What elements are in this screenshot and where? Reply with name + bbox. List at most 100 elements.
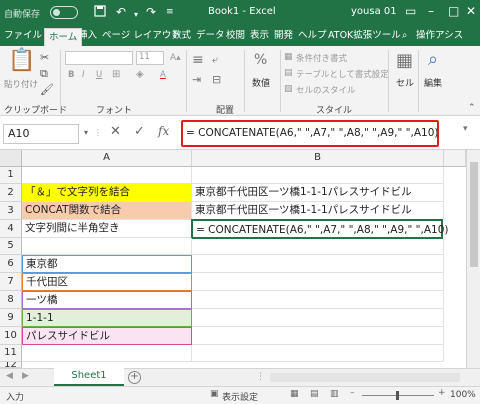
- zoom-in-icon[interactable]: +: [438, 388, 446, 398]
- normal-view-icon[interactable]: ▦: [290, 389, 299, 399]
- find-icon[interactable]: ⌕: [428, 50, 438, 70]
- expand-formula-icon[interactable]: ▾: [463, 124, 468, 134]
- cut-icon[interactable]: ✂: [40, 52, 49, 64]
- wrap-text-icon[interactable]: ⤶: [212, 54, 218, 66]
- row-header-6[interactable]: 6: [0, 255, 22, 273]
- autosave-toggle[interactable]: [50, 6, 78, 19]
- column-header-a[interactable]: A: [22, 150, 192, 167]
- maximize-icon[interactable]: □: [448, 4, 459, 18]
- cell-b9[interactable]: [192, 309, 444, 327]
- user-name[interactable]: yousa 01: [351, 6, 397, 17]
- tab-atok[interactable]: ATOK拡張ツール: [328, 29, 401, 43]
- tab-home[interactable]: ホーム: [44, 28, 83, 46]
- table-format-icon[interactable]: ▤: [284, 67, 293, 79]
- row-header-3[interactable]: 3: [0, 202, 22, 220]
- enter-icon[interactable]: ✓: [134, 124, 145, 139]
- cell-b3[interactable]: 東京都千代田区一ツ橋1-1-1パレスサイドビル: [192, 202, 444, 220]
- row-header-1[interactable]: 1: [0, 167, 22, 184]
- tab-insert[interactable]: 挿入: [78, 29, 97, 43]
- cell-a10[interactable]: パレスサイドビル: [22, 327, 192, 345]
- tab-developer[interactable]: 開発: [274, 29, 293, 43]
- cell-styles-button[interactable]: セルのスタイル: [296, 84, 356, 96]
- tab-data[interactable]: データ: [196, 29, 225, 43]
- number-format-icon[interactable]: %: [254, 52, 267, 68]
- conditional-format-icon[interactable]: ▦: [284, 51, 293, 63]
- cell-a11[interactable]: [22, 345, 192, 362]
- row-header-2[interactable]: 2: [0, 184, 22, 202]
- cell-a4[interactable]: 文字列間に半角空き: [22, 220, 192, 238]
- font-color-button[interactable]: A: [160, 70, 166, 80]
- align-icon[interactable]: ≡: [192, 53, 204, 67]
- cell-a2[interactable]: 「＆」で文字列を結合: [22, 184, 192, 202]
- vertical-scrollbar[interactable]: [466, 150, 480, 368]
- border-icon[interactable]: ⊞: [112, 69, 120, 81]
- paste-label[interactable]: 貼り付け: [4, 78, 38, 90]
- cells-button[interactable]: セル: [396, 76, 414, 89]
- save-icon[interactable]: [94, 5, 106, 20]
- search-icon[interactable]: ⌕: [402, 29, 407, 43]
- cells-icon[interactable]: ▦: [396, 52, 413, 70]
- tab-formulas[interactable]: 数式: [172, 29, 191, 43]
- row-header-5[interactable]: 5: [0, 238, 22, 255]
- tab-page-layout[interactable]: ページ レイアウト: [102, 29, 181, 43]
- cell-styles-icon[interactable]: ▧: [284, 83, 293, 95]
- function-icon[interactable]: fx: [158, 124, 169, 138]
- cell-b7[interactable]: [192, 273, 444, 291]
- add-sheet-icon[interactable]: +: [128, 371, 141, 384]
- sheet-options-icon[interactable]: ⋮: [256, 372, 265, 382]
- tab-file[interactable]: ファイル: [4, 29, 42, 43]
- tab-view[interactable]: 表示: [250, 29, 269, 43]
- ribbon-display-icon[interactable]: ▭: [405, 4, 416, 18]
- collapse-ribbon-icon[interactable]: ⌃: [468, 102, 476, 114]
- sheet-tab-sheet1[interactable]: Sheet1: [54, 368, 124, 386]
- customize-icon[interactable]: ≡: [166, 5, 174, 19]
- merge-icon[interactable]: ⊟: [212, 74, 221, 86]
- redo-icon[interactable]: ↷: [146, 5, 156, 19]
- cell-a1[interactable]: [22, 167, 192, 184]
- cell-a5[interactable]: [22, 238, 192, 255]
- display-settings-icon[interactable]: ▣: [210, 389, 219, 399]
- cell-b4-active[interactable]: = CONCATENATE(A6," ",A7," ",A8," ",A9," …: [191, 219, 448, 239]
- tab-help[interactable]: ヘルプ: [298, 29, 327, 43]
- conditional-format-button[interactable]: 条件付き書式: [296, 52, 347, 64]
- select-all-corner[interactable]: [0, 150, 22, 167]
- name-box[interactable]: A10: [3, 124, 79, 144]
- column-header-b[interactable]: B: [192, 150, 444, 167]
- cancel-icon[interactable]: ✕: [110, 124, 121, 139]
- cell-b10[interactable]: [192, 327, 444, 345]
- page-break-view-icon[interactable]: ▥: [330, 389, 339, 399]
- undo-icon[interactable]: ↶: [116, 5, 126, 19]
- fill-color-icon[interactable]: ◈: [136, 69, 144, 81]
- display-settings-button[interactable]: 表示設定: [222, 390, 258, 403]
- font-size-select[interactable]: 11: [136, 51, 164, 65]
- number-group-label[interactable]: 数値: [252, 76, 270, 89]
- row-header-8[interactable]: 8: [0, 291, 22, 309]
- cell-b6[interactable]: [192, 255, 444, 273]
- page-layout-view-icon[interactable]: ▤: [310, 389, 319, 399]
- editing-button[interactable]: 編集: [424, 76, 442, 89]
- cell-a8[interactable]: 一ツ橋: [22, 291, 192, 309]
- next-sheet-icon[interactable]: ▶: [22, 371, 29, 381]
- grow-font-icon[interactable]: A▴: [170, 52, 181, 64]
- cell-b1[interactable]: [192, 167, 444, 184]
- zoom-slider-handle[interactable]: [396, 391, 399, 400]
- row-header-7[interactable]: 7: [0, 273, 22, 291]
- row-header-4[interactable]: 4: [0, 220, 22, 238]
- italic-button[interactable]: I: [82, 70, 85, 80]
- close-icon[interactable]: ✕: [466, 4, 476, 18]
- paste-icon[interactable]: 📋: [8, 50, 35, 72]
- cell-b2[interactable]: 東京都千代田区一ツ橋1-1-1パレスサイドビル: [192, 184, 444, 202]
- tab-tell-me[interactable]: 操作アシス: [416, 29, 463, 43]
- cell-a6[interactable]: 東京都: [22, 255, 192, 273]
- cell-b11[interactable]: [192, 345, 444, 362]
- cell-b8[interactable]: [192, 291, 444, 309]
- cell-a3[interactable]: CONCAT関数で結合: [22, 202, 192, 220]
- vertical-scroll-thumb[interactable]: [470, 162, 478, 267]
- horizontal-scrollbar[interactable]: [270, 373, 460, 382]
- table-format-button[interactable]: テーブルとして書式設定: [296, 68, 389, 80]
- row-header-11[interactable]: 11: [0, 345, 22, 362]
- underline-button[interactable]: U: [96, 70, 102, 80]
- prev-sheet-icon[interactable]: ◀: [6, 371, 13, 381]
- formula-input[interactable]: = CONCATENATE(A6," ",A7," ",A8," ",A9," …: [181, 120, 439, 147]
- name-box-dropdown-icon[interactable]: ▾: [84, 128, 88, 137]
